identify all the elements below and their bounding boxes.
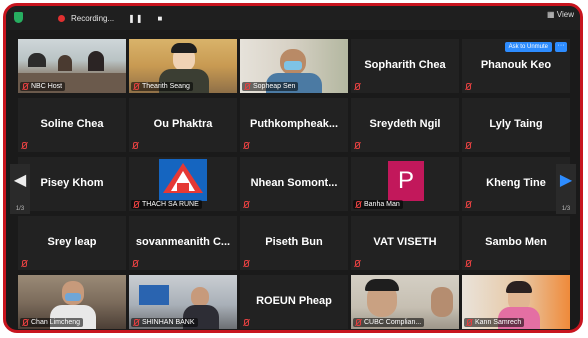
participant-tile[interactable]: VAT VISETH [351, 216, 459, 270]
gallery-grid: NBC Host Thearith Seang Sopheap Sen Soph… [18, 39, 570, 330]
participant-tile[interactable]: Thearith Seang [129, 39, 237, 93]
participant-tile[interactable]: Nhean Somont... [240, 157, 348, 211]
participant-tile[interactable]: Pisey Khom [18, 157, 126, 211]
mic-muted-icon [354, 142, 360, 149]
participant-tile[interactable]: Sopharith Chea [351, 39, 459, 93]
participant-tile[interactable]: Ask to Unmute ··· Phanouk Keo [462, 39, 570, 93]
participant-tile[interactable]: sovanmeanith C... [129, 216, 237, 270]
participant-tile[interactable]: Ou Phaktra [129, 98, 237, 152]
mic-muted-icon [243, 142, 249, 149]
grid-icon: ▦ [547, 10, 557, 19]
participant-tile[interactable]: SHINHAN BANK [129, 275, 237, 329]
participant-name-label: Kann Samrech [464, 318, 525, 327]
participant-tile[interactable]: Chan Limcheng [18, 275, 126, 329]
participant-name: ROEUN Pheap [256, 294, 332, 307]
participant-tile[interactable]: THACH SA RUNE [129, 157, 237, 211]
mic-muted-icon [465, 260, 471, 267]
participant-tile[interactable]: Lyly Taing [462, 98, 570, 152]
mic-muted-icon [21, 142, 27, 149]
mic-muted-icon [355, 201, 361, 208]
participant-name: Piseth Bun [265, 235, 323, 248]
pause-recording-button[interactable]: ❚❚ [128, 14, 143, 23]
participant-tile[interactable]: CUBC Complian... [351, 275, 459, 329]
participant-tile[interactable]: Piseth Bun [240, 216, 348, 270]
mic-muted-icon [465, 142, 471, 149]
page-indicator: 1/3 [561, 206, 571, 212]
mic-muted-icon [355, 319, 361, 326]
mic-muted-icon [354, 83, 360, 90]
participant-name-label: CUBC Complian... [353, 318, 425, 327]
mic-muted-icon [243, 260, 249, 267]
record-dot-icon [58, 14, 65, 22]
participant-tile[interactable]: Kheng Tine [462, 157, 570, 211]
mic-muted-icon [22, 319, 28, 326]
mic-muted-icon [465, 201, 471, 208]
participant-name-label: Thearith Seang [131, 82, 193, 91]
mic-muted-icon [133, 83, 139, 90]
participant-name: Sambo Men [485, 235, 547, 248]
mic-muted-icon [354, 260, 360, 267]
participant-tile[interactable]: ROEUN Pheap [240, 275, 348, 329]
company-logo [159, 159, 207, 201]
participant-name: VAT VISETH [373, 235, 437, 248]
ask-to-unmute-button[interactable]: Ask to Unmute [504, 42, 552, 52]
participant-tile[interactable]: Sreydeth Ngil [351, 98, 459, 152]
participant-name: Puthkompheak... [249, 117, 339, 130]
participant-tile[interactable]: Soline Chea [18, 98, 126, 152]
mic-muted-icon [22, 83, 28, 90]
participant-tile[interactable]: Kann Samrech [462, 275, 570, 329]
participant-name: Soline Chea [40, 117, 104, 130]
participant-name-label: Sopheap Sen [242, 82, 299, 91]
previous-page-button[interactable]: ◀ 1/3 [10, 164, 30, 214]
chevron-right-icon: ▶ [559, 172, 573, 189]
mic-muted-icon [243, 201, 249, 208]
more-options-button[interactable]: ··· [555, 42, 567, 52]
participant-name-label: Banha Man [353, 200, 403, 209]
view-button[interactable]: ▦ View [547, 10, 574, 19]
mic-muted-icon [133, 201, 139, 208]
participant-name: Pisey Khom [40, 176, 104, 189]
participant-name: Kheng Tine [486, 176, 546, 189]
participant-name-label: NBC Host [20, 82, 66, 91]
mic-muted-icon [466, 319, 472, 326]
avatar: P [388, 161, 424, 201]
page-indicator: 1/3 [15, 206, 25, 212]
participant-tile[interactable]: Puthkompheak... [240, 98, 348, 152]
participant-tile[interactable]: P Banha Man [351, 157, 459, 211]
recording-indicator: Recording... ❚❚ ■ [58, 11, 163, 25]
participant-name: Nhean Somont... [250, 176, 338, 189]
participant-tile[interactable]: Srey leap [18, 216, 126, 270]
participant-name: Srey leap [47, 235, 97, 248]
meeting-top-bar: Recording... ❚❚ ■ ▦ View [6, 6, 580, 30]
mic-muted-icon [21, 260, 27, 267]
participant-name: Sopharith Chea [364, 58, 446, 71]
participant-tile[interactable]: Sopheap Sen [240, 39, 348, 93]
participant-name-label: THACH SA RUNE [131, 200, 202, 209]
view-label: View [556, 10, 574, 19]
mic-muted-icon [132, 142, 138, 149]
participant-name-label: SHINHAN BANK [131, 318, 198, 327]
participant-name: sovanmeanith C... [135, 235, 231, 248]
participant-name: Phanouk Keo [480, 58, 552, 71]
zoom-window: Recording... ❚❚ ■ ▦ View NBC Host Theari… [3, 3, 583, 333]
participant-name: Ou Phaktra [153, 117, 213, 130]
mic-muted-icon [132, 260, 138, 267]
next-page-button[interactable]: ▶ 1/3 [556, 164, 576, 214]
mic-muted-icon [244, 83, 250, 90]
mic-muted-icon [465, 83, 471, 90]
participant-name-label: Chan Limcheng [20, 318, 84, 327]
participant-name: Sreydeth Ngil [369, 117, 441, 130]
chevron-left-icon: ◀ [13, 172, 27, 189]
recording-label: Recording... [71, 13, 115, 23]
participant-tile[interactable]: Sambo Men [462, 216, 570, 270]
participant-tile[interactable]: NBC Host [18, 39, 126, 93]
mic-muted-icon [243, 319, 249, 326]
shield-icon[interactable] [14, 12, 23, 23]
participant-name: Lyly Taing [489, 117, 543, 130]
stop-recording-button[interactable]: ■ [158, 14, 164, 23]
mic-muted-icon [133, 319, 139, 326]
